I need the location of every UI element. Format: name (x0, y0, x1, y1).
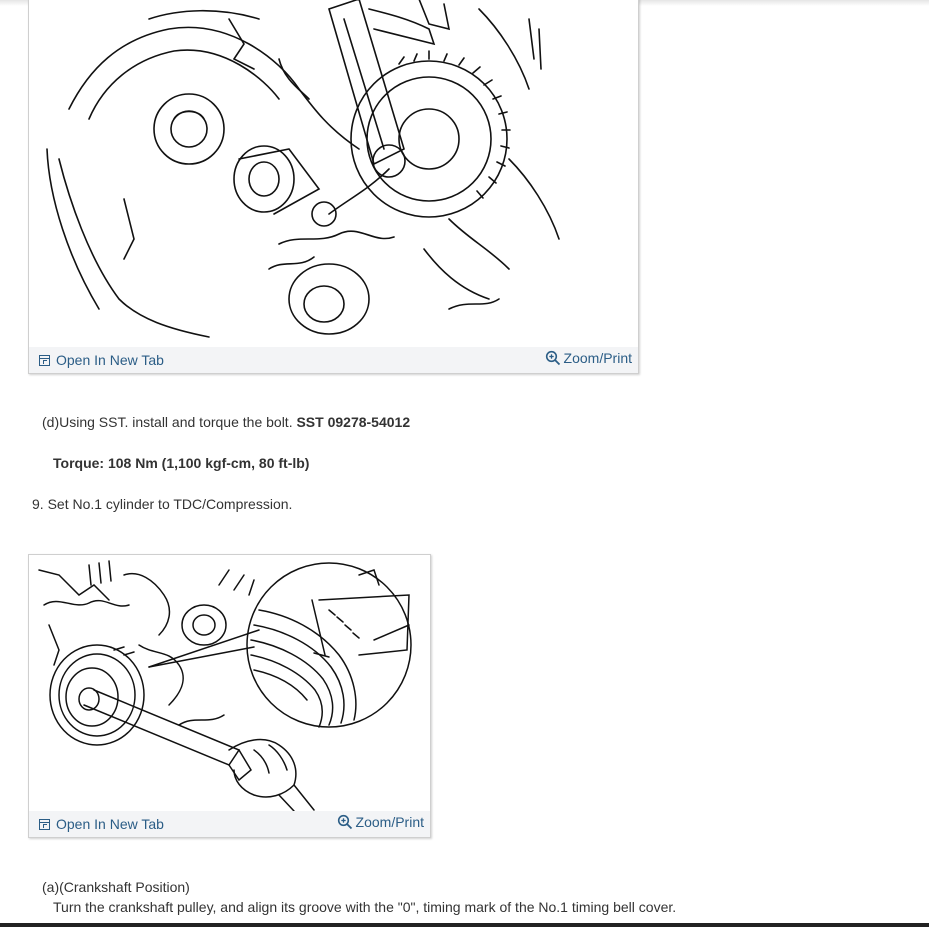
step-d-text: (d)Using SST. install and torque the bol… (42, 414, 410, 430)
figure-toolbar: Open In New Tab Zoom/Print (29, 811, 430, 837)
torque-spec: Torque: 108 Nm (1,100 kgf-cm, 80 ft-lb) (53, 455, 309, 471)
zoom-print-label: Zoom/Print (355, 814, 424, 830)
open-tab-label: Open In New Tab (56, 816, 164, 832)
step-a-heading: (a)(Crankshaft Position) (42, 879, 190, 895)
crankshaft-pulley-illustration (38, 560, 412, 811)
open-tab-icon (39, 818, 50, 830)
open-in-new-tab-link[interactable]: Open In New Tab (39, 816, 164, 832)
step-d-prefix: (d)Using SST. install and torque the bol… (42, 414, 293, 430)
bottom-divider (0, 923, 929, 927)
figure-camshaft-pulley: Open In New Tab Zoom/Print (28, 0, 639, 374)
zoom-icon (545, 350, 560, 366)
open-tab-label: Open In New Tab (56, 352, 164, 368)
open-tab-icon (39, 354, 50, 366)
zoom-print-link[interactable]: Zoom/Print (337, 814, 424, 830)
camshaft-pulley-illustration (46, 0, 560, 338)
zoom-print-label: Zoom/Print (563, 350, 632, 366)
sst-code: SST 09278-54012 (296, 414, 411, 430)
figure-crankshaft-pulley: Open In New Tab Zoom/Print (28, 554, 431, 838)
step-a-body: Turn the crankshaft pulley, and align it… (53, 899, 677, 915)
step-9-text: 9. Set No.1 cylinder to TDC/Compression. (32, 496, 293, 512)
figure-toolbar: Open In New Tab Zoom/Print (29, 347, 638, 373)
torque-label: Torque: 108 Nm (1,100 kgf-cm, 80 ft-lb) (53, 455, 310, 471)
zoom-icon (337, 814, 352, 830)
open-in-new-tab-link[interactable]: Open In New Tab (39, 352, 164, 368)
zoom-print-link[interactable]: Zoom/Print (545, 350, 632, 366)
